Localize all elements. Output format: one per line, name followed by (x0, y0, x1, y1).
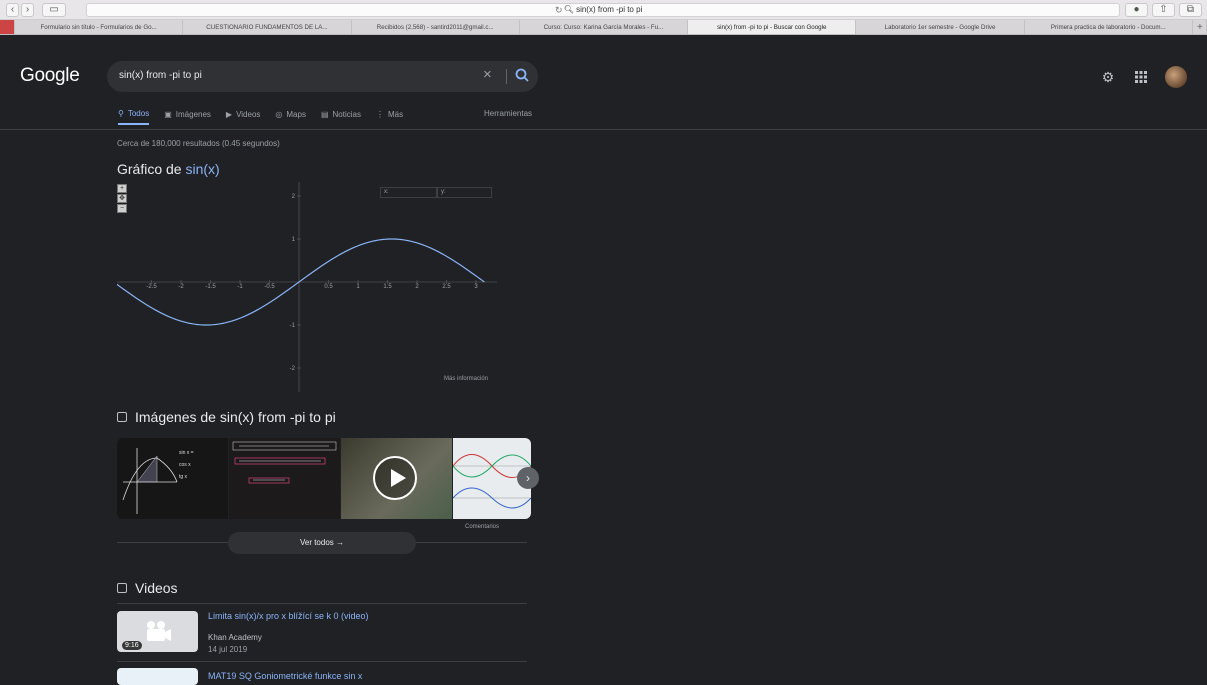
zoom-in-button[interactable]: + (117, 184, 127, 193)
tools-button[interactable]: Herramientas (484, 109, 532, 123)
tabs-overview-icon[interactable]: ⧉ (1179, 3, 1202, 17)
x-tick-label: 2.5 (442, 284, 451, 290)
svg-text:cos x: cos x (179, 462, 191, 468)
tab-todos[interactable]: ⚲ Todos (118, 109, 150, 125)
more-icon: ⋮ (375, 110, 384, 119)
video-thumb-image[interactable] (341, 438, 452, 519)
google-logo[interactable]: Google (20, 65, 80, 87)
search-input[interactable]: sin(x) from -pi to pi (119, 70, 202, 81)
svg-text:sin x =: sin x = (179, 450, 194, 456)
x-tick-label: -1 (237, 284, 243, 290)
video-thumbnail[interactable] (117, 668, 198, 685)
more-info-link[interactable]: Más información (444, 376, 488, 382)
y-tick-label: 1 (292, 237, 296, 243)
tab-google-search[interactable]: sin(x) from -pi to pi - Buscar con Googl… (688, 20, 857, 34)
pan-button[interactable]: ✥ (117, 194, 127, 203)
x-tick-label: 0.5 (324, 284, 333, 290)
svg-text:tg x: tg x (179, 474, 188, 480)
image-icon: ▣ (164, 110, 172, 119)
tab-drive[interactable]: Laboratorio 1er semestre - Google Drive (856, 20, 1025, 34)
search-tabs: ⚲ Todos ▣ Imágenes ▶ Videos ◎ Maps ▤ Noticias… (118, 109, 532, 125)
tab-docs[interactable]: Primera practica de laboratorio - Docum.… (1025, 20, 1193, 34)
address-bar[interactable]: 🔍︎ sin(x) from -pi to pi ↻ (86, 3, 1120, 17)
news-icon: ▤ (320, 110, 329, 119)
y-tick-label: -1 (290, 323, 296, 329)
account-avatar[interactable] (1165, 66, 1187, 88)
image-strip: sin x = cos x tg x (117, 438, 531, 519)
y-readout: y: (437, 187, 492, 198)
video-date: 14 jul 2019 (208, 645, 248, 654)
settings-gear-icon[interactable]: ⚙ (1099, 68, 1117, 86)
x-readout: x: (380, 187, 437, 198)
video-title-link[interactable]: MAT19 SQ Goniometrické funkce sin x (208, 671, 362, 681)
back-button[interactable]: ‹ (6, 3, 19, 17)
x-tick-label: 1.5 (383, 284, 392, 290)
x-tick-label: -0.5 (264, 284, 275, 290)
video-channel: Khan Academy (208, 633, 262, 642)
tab-imagenes[interactable]: ▣ Imágenes (164, 109, 211, 125)
graph-title: Gráfico de sin(x) (117, 161, 220, 177)
pinned-tab-icon[interactable] (0, 20, 15, 34)
divider (117, 603, 527, 604)
x-tick-label: -2.5 (146, 284, 157, 290)
search-divider (506, 69, 507, 84)
comments-link[interactable]: Comentarios (465, 524, 499, 530)
zoom-out-button[interactable]: − (117, 204, 127, 213)
map-pin-icon: ◎ (275, 110, 283, 119)
search-box[interactable]: sin(x) from -pi to pi × (107, 61, 538, 92)
reload-icon[interactable]: ↻ (555, 4, 563, 16)
clear-icon[interactable]: × (483, 66, 492, 83)
browser-toolbar: ‹ › ▭ 🔍︎ sin(x) from -pi to pi ↻ ● ⇧ ⧉ (0, 0, 1207, 20)
extension-icon[interactable]: ● (1125, 3, 1148, 17)
images-heading[interactable]: Imágenes de sin(x) from -pi to pi (117, 409, 336, 425)
google-header: Google sin(x) from -pi to pi × ⚙ ⚲ Todos … (0, 36, 1207, 130)
videos-heading[interactable]: Videos (117, 580, 178, 596)
video-thumbnail[interactable]: 9:16 (117, 611, 198, 652)
divider (117, 661, 527, 662)
formula-board-image (232, 441, 337, 484)
x-tick-label: -1.5 (205, 284, 216, 290)
tab-bar: Formulario sin título - Formularios de G… (0, 20, 1207, 35)
tab-videos[interactable]: ▶ Videos (226, 109, 260, 125)
x-tick-label: 2 (415, 284, 419, 290)
chalk-drawing-image: sin x = cos x tg x (122, 448, 194, 514)
new-tab-button[interactable]: + (1193, 20, 1207, 34)
x-tick-label: -2 (178, 284, 184, 290)
tab-curso[interactable]: Curso: Curso: Karina García Morales - Fu… (520, 20, 689, 34)
apps-grid-icon[interactable] (1132, 68, 1150, 86)
tab-noticias[interactable]: ▤ Noticias (321, 109, 361, 125)
sin-graph[interactable]: -2.5 -2 -1.5 -1 -0.5 0.5 1 1.5 2 2.5 3 2 1 -1 -2 (117, 182, 497, 392)
x-tick-label: 1 (356, 284, 360, 290)
image-icon (117, 412, 127, 422)
image-thumb-1[interactable]: sin x = cos x tg x (117, 438, 228, 519)
result-stats: Cerca de 180,000 resultados (0.45 segund… (117, 139, 280, 148)
graph-zoom-controls: + ✥ − (117, 184, 129, 214)
y-tick-label: 2 (292, 194, 296, 200)
video-title-link[interactable]: Limita sin(x)/x pro x blížící se k 0 (vi… (208, 611, 369, 621)
see-all-button[interactable]: Ver todos → (228, 532, 416, 554)
forward-button[interactable]: › (21, 3, 34, 17)
chevron-right-icon[interactable]: › (517, 467, 539, 489)
play-icon[interactable] (373, 456, 417, 500)
search-icon: ⚲ (118, 109, 124, 118)
tab-mas[interactable]: ⋮ Más (376, 109, 403, 125)
share-icon[interactable]: ⇧ (1152, 3, 1175, 17)
graph-function-link[interactable]: sin(x) (185, 161, 219, 177)
tab-cuestionario[interactable]: CUESTIONARIO FUNDAMENTOS DE LA... (183, 20, 352, 34)
video-icon: ▶ (225, 110, 233, 119)
tab-forms[interactable]: Formulario sin título - Formularios de G… (15, 20, 184, 34)
arrow-right-icon: → (336, 538, 345, 547)
tab-gmail[interactable]: Recibidos (2,568) - santird2011@gmail.c.… (352, 20, 520, 34)
y-tick-label: -2 (290, 366, 296, 372)
search-icon[interactable] (512, 65, 532, 85)
image-thumb-2[interactable] (229, 438, 340, 519)
video-duration: 9:16 (122, 641, 142, 650)
address-text: sin(x) from -pi to pi (576, 5, 643, 14)
tab-maps[interactable]: ◎ Maps (275, 109, 306, 125)
lock-icon: 🔍︎ (563, 5, 577, 14)
video-icon (117, 583, 127, 593)
sidebar-toggle-button[interactable]: ▭ (42, 3, 66, 17)
x-tick-label: 3 (474, 284, 478, 290)
